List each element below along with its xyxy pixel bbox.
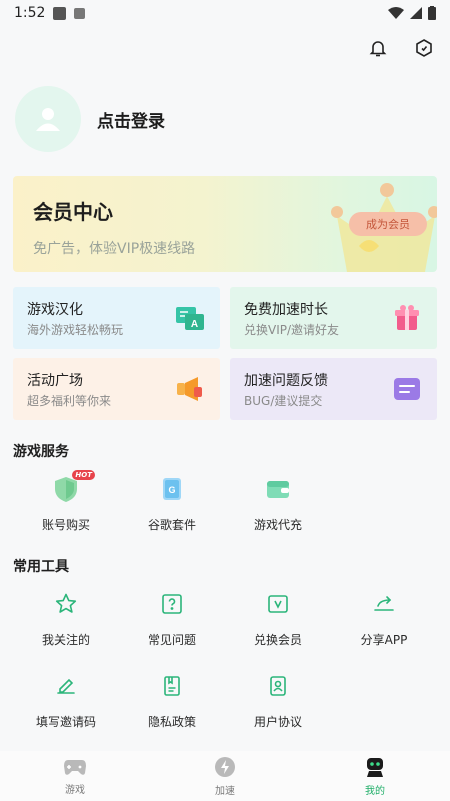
invite-code-icon [51,671,81,701]
svg-text:G: G [168,485,175,495]
tool-user-agreement[interactable]: 用户协议 [228,671,328,730]
service-game-recharge[interactable]: 游戏代充 [228,474,328,533]
svg-text:A: A [191,319,198,330]
card-title: 加速问题反馈 [244,373,328,389]
tool-label: 常见问题 [147,633,196,647]
question-icon [157,589,187,619]
translate-icon: A [176,307,204,330]
gamepad-icon [64,759,86,775]
avatar[interactable] [15,86,81,152]
tool-faq[interactable]: 常见问题 [122,589,222,648]
wifi-icon [388,7,404,19]
card-subtitle: 兑换VIP/邀请好友 [244,323,340,337]
megaphone-icon [177,377,202,401]
gift-icon [395,305,419,330]
service-label: 游戏代充 [253,518,302,532]
profile-row[interactable]: 点击登录 [15,86,165,152]
service-google-suite[interactable]: G 谷歌套件 [122,474,222,533]
become-member-button[interactable]: 成为会员 [349,212,427,236]
vip-exchange-icon [263,589,293,619]
service-label: 谷歌套件 [147,518,196,532]
user-icon [36,108,60,131]
tool-my-follows[interactable]: 我关注的 [16,589,116,648]
status-time: 1:52 [14,5,46,21]
lightning-icon [215,756,235,777]
card-title: 免费加速时长 [244,302,328,318]
tool-privacy-policy[interactable]: 隐私政策 [122,671,222,730]
card-title: 活动广场 [27,373,83,389]
section-title-game-services: 游戏服务 [13,444,69,460]
wallet-icon [263,474,293,504]
service-account-purchase[interactable]: HOT 账号购买 [16,470,116,533]
tool-label: 用户协议 [253,715,302,729]
vip-banner[interactable]: 会员中心 免广告，体验VIP极速线路 成为会员 [13,176,437,272]
bottom-tab-bar: 游戏 加速 我的 [0,751,450,801]
robot-icon [367,757,383,777]
tab-label: 我的 [365,785,385,797]
google-suite-icon: G [157,474,187,504]
notification-app-icon [53,6,67,20]
section-title-tools: 常用工具 [13,559,69,575]
card-title: 游戏汉化 [27,302,83,318]
tool-invite-code[interactable]: 填写邀请码 [16,671,116,730]
tool-label: 兑换会员 [253,633,302,647]
card-feedback[interactable]: 加速问题反馈 BUG/建议提交 [230,358,437,420]
notification-a-icon [74,7,86,19]
top-actions [366,36,436,60]
login-label[interactable]: 点击登录 [97,107,165,132]
card-subtitle: 超多福利等你来 [27,394,112,408]
status-bar: 1:52 [0,0,450,26]
card-game-translation[interactable]: 游戏汉化 海外游戏轻松畅玩 A [13,287,220,349]
tool-redeem-vip[interactable]: 兑换会员 [228,589,328,648]
agreement-icon [263,671,293,701]
card-subtitle: BUG/建议提交 [244,394,323,408]
card-free-time[interactable]: 免费加速时长 兑换VIP/邀请好友 [230,287,437,349]
tool-share-app[interactable]: 分享APP [334,589,434,648]
shield-hot-icon: HOT [51,470,95,504]
tab-label: 游戏 [65,784,85,796]
tab-games[interactable]: 游戏 [0,751,150,801]
battery-icon [428,6,436,20]
tool-label: 隐私政策 [147,715,196,729]
bell-icon[interactable] [366,36,390,60]
share-icon [369,589,399,619]
vip-subtitle: 免广告，体验VIP极速线路 [33,241,196,257]
service-label: 账号购买 [41,518,90,532]
vip-title: 会员中心 [33,200,113,224]
star-icon [51,589,81,619]
card-subtitle: 海外游戏轻松畅玩 [27,323,124,337]
tab-mine[interactable]: 我的 [300,751,450,801]
signal-icon [410,7,422,19]
settings-icon[interactable] [412,36,436,60]
card-activity-plaza[interactable]: 活动广场 超多福利等你来 [13,358,220,420]
privacy-icon [157,671,187,701]
tab-label: 加速 [215,785,235,797]
tool-label: 分享APP [360,633,408,647]
tool-label: 填写邀请码 [35,715,96,729]
feedback-icon [394,378,420,400]
tool-label: 我关注的 [41,633,90,647]
hot-badge: HOT [72,470,95,480]
tab-accelerate[interactable]: 加速 [150,751,300,801]
